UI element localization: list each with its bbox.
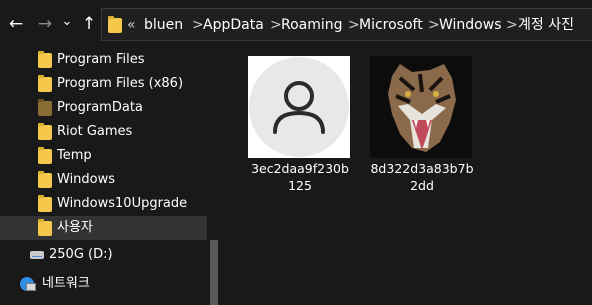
back-button[interactable]: ← [5,12,27,36]
recent-locations-button[interactable]: ⌄ [59,10,75,34]
folder-icon [38,123,52,140]
tree-item-label: Riot Games [57,124,133,139]
breadcrumb-bluen[interactable]: bluen [144,16,183,34]
folder-icon [38,171,52,188]
forward-arrow-icon: → [37,14,53,34]
file-name: 3ec2daa9f230b125 [251,161,349,193]
tree-item-riot-games[interactable]: Riot Games [0,120,207,144]
back-arrow-icon: ← [8,14,24,34]
tree-item-network[interactable]: 네트워크 [0,272,207,296]
hidden-folder-icon [38,99,52,116]
breadcrumb-microsoft[interactable]: Microsoft [359,16,423,34]
drive-icon [30,251,44,259]
breadcrumb-separator[interactable]: > [348,16,360,34]
file-name: 8d322d3a83b7b2dd [370,161,474,193]
breadcrumb-account-pictures[interactable]: 계정 사진 [518,16,574,34]
folder-icon [38,219,52,236]
up-button[interactable]: ↑ [78,12,100,36]
navigation-toolbar: ← → ⌄ ↑ « bluen > AppData > Roaming > Mi… [0,0,592,50]
tree-item-program-files[interactable]: Program Files [0,48,207,72]
chevron-down-icon: ⌄ [61,14,73,29]
tree-item-label: Program Files (x86) [57,76,184,91]
tiger-photo-icon [370,56,472,158]
tree-item-label: 사용자 [57,220,93,235]
navigation-scrollbar[interactable] [207,50,224,305]
breadcrumb-appdata[interactable]: AppData [203,16,264,34]
breadcrumb-separator[interactable]: > [192,16,204,34]
tree-item-label: ProgramData [57,100,143,115]
tree-item-label: 250G (D:) [49,247,113,262]
tree-item-windows10upgrade[interactable]: Windows10Upgrade [0,192,207,216]
folder-icon [38,195,52,212]
folder-icon [38,51,52,68]
folder-icon [38,75,52,92]
up-arrow-icon: ↑ [81,14,97,34]
user-avatar-icon [248,56,350,158]
address-bar[interactable]: « bluen > AppData > Roaming > Microsoft … [101,8,592,41]
tree-item-label: Temp [57,148,92,163]
tree-item-label: Windows [57,172,116,187]
tree-item-temp[interactable]: Temp [0,144,207,168]
scrollbar-thumb[interactable] [210,240,218,305]
breadcrumb-separator[interactable]: > [506,16,518,34]
tree-item-program-files-x86[interactable]: Program Files (x86) [0,72,207,96]
tree-item-users[interactable]: 사용자 [0,216,207,240]
folder-icon [108,16,122,33]
breadcrumb-windows[interactable]: Windows [439,16,502,34]
breadcrumb-separator[interactable]: > [428,16,440,34]
tree-item-drive-d[interactable]: 250G (D:) [0,243,207,267]
forward-button[interactable]: → [34,12,56,36]
overflow-chevron-icon[interactable]: « [127,16,136,34]
tree-item-programdata[interactable]: ProgramData [0,96,207,120]
tree-item-windows[interactable]: Windows [0,168,207,192]
folder-icon [38,147,52,164]
breadcrumb-roaming[interactable]: Roaming [281,16,343,34]
network-icon [20,277,36,291]
tree-item-label: 네트워크 [42,276,90,291]
navigation-pane: ▲ Program Files Program Files (x86) Prog… [0,50,224,305]
tree-item-label: Program Files [57,52,145,67]
breadcrumb-separator[interactable]: > [270,16,282,34]
tree-item-label: Windows10Upgrade [57,196,188,211]
